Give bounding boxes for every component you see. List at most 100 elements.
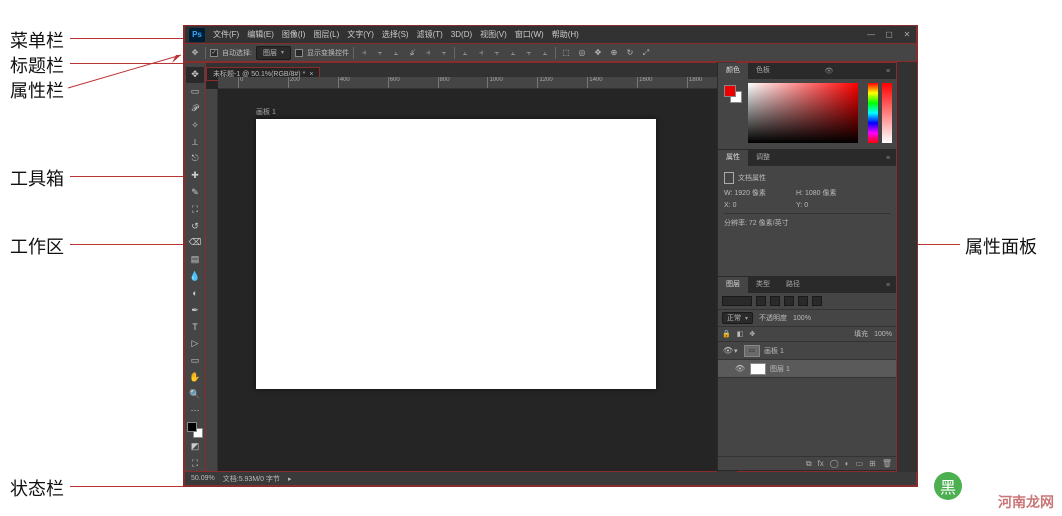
panel-menu-icon[interactable]: ≡ [880, 277, 896, 293]
visibility-toggle-icon[interactable]: 👁 [722, 346, 734, 355]
new-layer-icon[interactable]: ⊞ [869, 459, 876, 468]
rotate-icon[interactable]: ↻ [624, 47, 636, 59]
filter-adjust-icon[interactable] [770, 296, 780, 306]
tab-swatches[interactable]: 色板 [748, 63, 778, 79]
tool-heal[interactable]: ✚ [186, 168, 204, 184]
distribute-h2-icon[interactable]: ⫠ [539, 47, 551, 59]
tab-color[interactable]: 颜色 [718, 63, 748, 79]
tab-channels[interactable]: 类型 [748, 277, 778, 293]
distribute-vc-icon[interactable]: ⫟ [491, 47, 503, 59]
tab-layers[interactable]: 图层 [718, 277, 748, 293]
distribute-w-icon[interactable]: ⫟ [523, 47, 535, 59]
delete-icon[interactable]: 🗑 [882, 459, 892, 468]
opacity-value[interactable]: 100% [793, 315, 811, 322]
menu-type[interactable]: 文字(Y) [343, 29, 378, 40]
fx-icon[interactable]: fx [818, 459, 824, 468]
menu-help[interactable]: 帮助(H) [548, 29, 583, 40]
tool-screenmode[interactable]: ⛶ [186, 455, 204, 471]
doc-size-info[interactable]: 文档:5.93M/0 字节 [223, 474, 280, 484]
move-tool-icon[interactable]: ✥ [189, 47, 201, 59]
tool-zoom[interactable]: 🔍 [186, 386, 204, 402]
tool-crop[interactable]: ⟂ [186, 134, 204, 150]
tab-paths[interactable]: 路径 [778, 277, 808, 293]
auto-select-dropdown[interactable]: 图层 [256, 46, 291, 60]
layer-bg[interactable]: 👁 图层 1 [718, 360, 896, 378]
lock-pixels-icon[interactable]: ◧ [737, 330, 744, 338]
tool-dodge[interactable]: ◐ [186, 285, 204, 301]
color-preview-swatches[interactable] [724, 85, 742, 103]
tool-gradient[interactable]: ▤ [186, 252, 204, 268]
menu-layer[interactable]: 图层(L) [309, 29, 343, 40]
tool-brush[interactable]: ✎ [186, 185, 204, 201]
blend-mode-dropdown[interactable]: 正常 [722, 312, 753, 324]
adjustment-icon[interactable]: ◐ [845, 459, 850, 468]
tool-marquee[interactable]: ▭ [186, 84, 204, 100]
fg-color-swatch[interactable] [187, 422, 197, 432]
align-hcenter-icon[interactable]: ⫟ [374, 47, 386, 59]
tool-lasso[interactable]: 𝒫 [186, 101, 204, 117]
distribute-v-icon[interactable]: ⫞ [475, 47, 487, 59]
close-icon[interactable]: ✕ [898, 30, 916, 39]
filter-type-icon[interactable] [784, 296, 794, 306]
minimize-icon[interactable]: — [862, 30, 880, 39]
distribute-h-icon[interactable]: ⫠ [459, 47, 471, 59]
show-transform-checkbox[interactable] [295, 49, 303, 57]
distribute-hc-icon[interactable]: ⫠ [507, 47, 519, 59]
tool-stamp[interactable]: ⛶ [186, 201, 204, 217]
3d-mode-icon[interactable]: ⬚ [560, 47, 572, 59]
align-left-icon[interactable]: ⫞ [358, 47, 370, 59]
menu-edit[interactable]: 编辑(E) [243, 29, 278, 40]
hue-slider[interactable] [868, 83, 878, 143]
tool-edit-toolbar[interactable]: ⋯ [186, 403, 204, 419]
tool-wand[interactable]: ✧ [186, 117, 204, 133]
orbit-icon[interactable]: ◎ [576, 47, 588, 59]
pan-icon[interactable]: ✥ [592, 47, 604, 59]
tab-adjustments[interactable]: 调整 [748, 150, 778, 166]
layer-name[interactable]: 图层 1 [770, 364, 790, 374]
panel-menu-icon[interactable]: ≡ [880, 63, 896, 79]
menu-select[interactable]: 选择(S) [378, 29, 413, 40]
artboard-canvas[interactable] [256, 119, 656, 389]
color-field-picker[interactable] [748, 83, 858, 143]
tool-pen[interactable]: ✒ [186, 302, 204, 318]
lock-icon[interactable]: 🔒 [722, 330, 731, 338]
menu-image[interactable]: 图像(I) [278, 29, 310, 40]
brightness-slider[interactable] [882, 83, 892, 143]
menu-window[interactable]: 窗口(W) [511, 29, 548, 40]
menu-view[interactable]: 视图(V) [476, 29, 511, 40]
fg-color[interactable] [724, 85, 736, 97]
menu-3d[interactable]: 3D(D) [447, 30, 476, 39]
align-bottom-icon[interactable]: ⫟ [438, 47, 450, 59]
tool-history[interactable]: ↺ [186, 218, 204, 234]
tool-shape[interactable]: ▭ [186, 353, 204, 369]
align-top-icon[interactable]: ⫝̸ [406, 47, 418, 59]
visibility-toggle-icon[interactable]: 👁 [734, 364, 746, 373]
ruler-horizontal[interactable]: 0 200 400 600 800 1000 1200 1400 1600 18… [218, 77, 717, 89]
chevron-down-icon[interactable]: ▾ [734, 347, 740, 355]
color-swatch-pair[interactable] [187, 422, 203, 438]
layer-artboard[interactable]: 👁 ▾ ▭ 画板 1 [718, 342, 896, 360]
align-right-icon[interactable]: ⫠ [390, 47, 402, 59]
zoom-level[interactable]: 50.09% [191, 475, 215, 482]
ruler-vertical[interactable] [206, 89, 218, 471]
lock-pos-icon[interactable]: ✥ [749, 330, 755, 338]
tool-eyedropper[interactable]: ⎋ [186, 151, 204, 167]
tool-hand[interactable]: ✋ [186, 369, 204, 385]
tool-move[interactable]: ✥ [186, 67, 204, 83]
align-vcenter-icon[interactable]: ⫞ [422, 47, 434, 59]
panel-eye-icon[interactable]: 👁 [821, 63, 837, 79]
tool-type[interactable]: T [186, 319, 204, 335]
tool-quickmask[interactable]: ◩ [186, 439, 204, 455]
filter-pixel-icon[interactable] [756, 296, 766, 306]
layer-name[interactable]: 画板 1 [764, 346, 784, 356]
menu-file[interactable]: 文件(F) [209, 29, 243, 40]
filter-shape-icon[interactable] [798, 296, 808, 306]
tab-properties[interactable]: 属性 [718, 150, 748, 166]
layer-kind-dropdown[interactable] [722, 296, 752, 306]
tool-blur[interactable]: 💧 [186, 269, 204, 285]
panel-menu-icon[interactable]: ≡ [880, 150, 896, 166]
auto-select-checkbox[interactable]: ✓ [210, 49, 218, 57]
zoom-icon[interactable]: ⊕ [608, 47, 620, 59]
fill-value[interactable]: 100% [874, 331, 892, 338]
status-flyout-icon[interactable]: ▸ [288, 475, 292, 483]
